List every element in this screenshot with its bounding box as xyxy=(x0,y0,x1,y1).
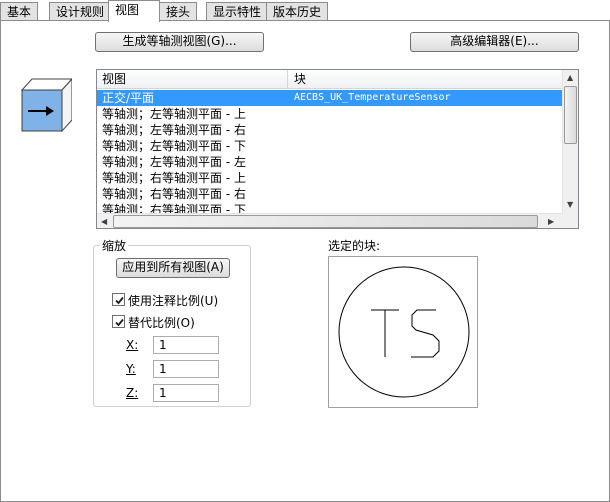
column-divider[interactable] xyxy=(287,70,288,89)
tab-views[interactable]: 视图 xyxy=(108,0,160,22)
list-rows: 正交/平面 AECBS_UK_TemperatureSensor 等轴测；左等轴测… xyxy=(97,90,562,215)
list-item[interactable]: 等轴测；左等轴测平面 - 下 xyxy=(97,138,562,154)
vertical-scroll-thumb[interactable] xyxy=(564,86,577,144)
list-header: 视图 块 xyxy=(97,70,562,89)
block-name: AECBS_UK_TemperatureSensor xyxy=(294,92,451,103)
use-annotation-scale-checkbox[interactable] xyxy=(112,293,125,306)
list-item[interactable]: 等轴测；左等轴测平面 - 上 xyxy=(97,106,562,122)
vertical-scrollbar[interactable]: ▲ ▼ xyxy=(562,70,578,213)
tab-display-properties[interactable]: 显示特性 xyxy=(206,2,269,21)
advanced-editor-button[interactable]: 高级编辑器(E)... xyxy=(410,32,579,52)
views-list[interactable]: 视图 块 正交/平面 AECBS_UK_TemperatureSensor 等轴测… xyxy=(96,69,579,229)
selected-block-label: 选定的块: xyxy=(328,239,381,253)
tab-label: 基本 xyxy=(7,5,32,19)
list-item[interactable]: 等轴测；右等轴测平面 - 上 xyxy=(97,170,562,186)
override-scale-checkbox[interactable] xyxy=(112,315,125,328)
tab-bar: 基本 设计规则 视图 接头 显示特性 版本历史 xyxy=(0,0,610,22)
scroll-up-arrow-icon[interactable]: ▲ xyxy=(567,74,573,82)
tab-label: 视图 xyxy=(115,3,140,17)
view-name: 等轴测；左等轴测平面 - 上 xyxy=(102,107,246,121)
scroll-right-arrow-icon[interactable]: ▶ xyxy=(548,218,554,226)
scrollbar-corner xyxy=(562,213,578,228)
scale-y-input[interactable]: 1 xyxy=(153,360,219,378)
tab-label: 显示特性 xyxy=(213,5,262,19)
scale-x-label: X: xyxy=(126,338,139,352)
view-name: 正交/平面 xyxy=(102,91,155,105)
tab-connectors[interactable]: 接头 xyxy=(159,2,198,21)
scale-x-input[interactable]: 1 xyxy=(153,336,219,354)
tab-version-history[interactable]: 版本历史 xyxy=(266,2,329,21)
checkmark-icon xyxy=(115,318,124,327)
view-name: 等轴测；左等轴测平面 - 右 xyxy=(102,123,246,137)
scale-group-title: 缩放 xyxy=(100,237,129,254)
horizontal-scroll-thumb[interactable] xyxy=(113,215,538,228)
view-name: 等轴测；左等轴测平面 - 下 xyxy=(102,139,246,153)
tab-basic[interactable]: 基本 xyxy=(0,2,39,21)
tab-design-rules[interactable]: 设计规则 xyxy=(49,2,112,21)
view-name: 等轴测；右等轴测平面 - 右 xyxy=(102,187,246,201)
view-name: 等轴测；右等轴测平面 - 上 xyxy=(102,171,246,185)
scale-y-label: Y: xyxy=(126,362,136,376)
list-item[interactable]: 等轴测；右等轴测平面 - 右 xyxy=(97,186,562,202)
scale-z-input[interactable]: 1 xyxy=(153,384,219,402)
generate-isometric-views-button[interactable]: 生成等轴测视图(G)... xyxy=(95,32,264,52)
temperature-sensor-symbol xyxy=(338,266,470,398)
column-header-view[interactable]: 视图 xyxy=(102,70,126,88)
view-name: 等轴测；左等轴测平面 - 左 xyxy=(102,155,246,169)
checkmark-icon xyxy=(115,296,124,305)
list-item[interactable]: 等轴测；左等轴测平面 - 右 xyxy=(97,122,562,138)
use-annotation-scale-label[interactable]: 使用注释比例(U) xyxy=(128,292,218,309)
selected-block-preview xyxy=(328,256,478,408)
tab-label: 设计规则 xyxy=(56,5,105,19)
scale-z-label: Z: xyxy=(126,386,139,400)
override-scale-label[interactable]: 替代比例(O) xyxy=(128,314,195,331)
apply-to-all-views-button[interactable]: 应用到所有视图(A) xyxy=(116,258,230,278)
tab-label: 版本历史 xyxy=(273,5,322,19)
tab-label: 接头 xyxy=(166,5,191,19)
scroll-down-arrow-icon[interactable]: ▼ xyxy=(567,201,573,209)
column-header-block[interactable]: 块 xyxy=(294,70,306,88)
view-cube-icon xyxy=(20,76,74,134)
list-item[interactable]: 等轴测；左等轴测平面 - 左 xyxy=(97,154,562,170)
scroll-left-arrow-icon[interactable]: ◀ xyxy=(101,218,107,226)
list-item[interactable]: 正交/平面 AECBS_UK_TemperatureSensor xyxy=(97,90,562,106)
horizontal-scrollbar[interactable]: ◀ ▶ xyxy=(97,213,562,228)
